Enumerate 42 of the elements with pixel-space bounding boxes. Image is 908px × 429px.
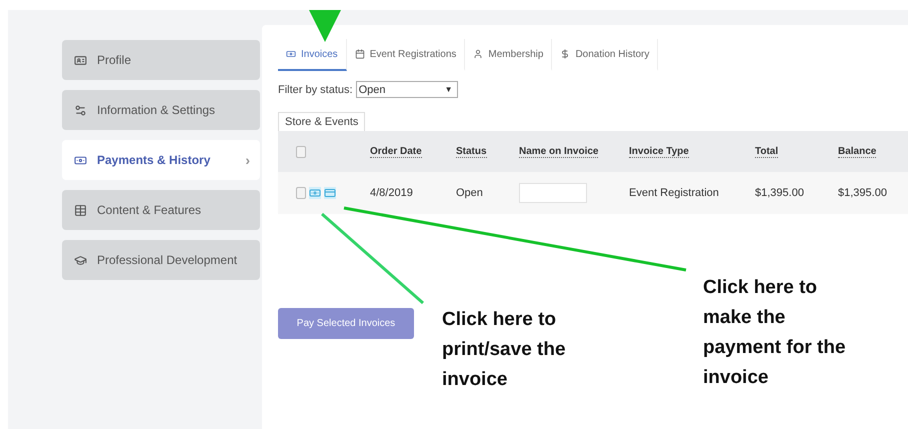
table-cell: $1,395.00: [755, 187, 804, 199]
sidebar-item[interactable]: Information & Settings: [62, 90, 260, 130]
tab-icon: [473, 49, 484, 59]
column-header[interactable]: Name on Invoice: [519, 146, 598, 158]
caret-icon: ▼: [444, 85, 453, 94]
sidebar-icon: [74, 54, 87, 66]
column-header[interactable]: Total: [755, 146, 778, 158]
sidebar-icon: [74, 254, 87, 266]
pointer-arrow: [309, 10, 341, 42]
invoice-icon[interactable]: [309, 187, 321, 199]
sidebar-icon: [74, 154, 87, 166]
table-cell: Event Registration: [629, 187, 719, 199]
table-cell: 4/8/2019: [370, 187, 413, 199]
tab[interactable]: Membership: [465, 39, 552, 71]
sidebar-item[interactable]: Payments & History ›: [62, 140, 260, 180]
column-header[interactable]: Status: [456, 146, 487, 158]
chevron-icon: ›: [245, 152, 250, 168]
callout-text: Click here to make the payment for the invoice: [703, 276, 847, 390]
column-header[interactable]: Order Date: [370, 146, 422, 158]
select-all-checkbox[interactable]: [296, 146, 306, 158]
tab[interactable]: Event Registrations: [346, 39, 466, 71]
table-cell: $1,395.00: [838, 187, 887, 199]
sidebar-item[interactable]: Professional Development: [62, 240, 260, 280]
blank-field: [519, 183, 587, 203]
table-cell: Open: [456, 187, 483, 199]
column-header[interactable]: Balance: [838, 146, 876, 158]
tab-icon: [286, 49, 296, 59]
tab[interactable]: Donation History: [552, 39, 658, 71]
sidebar-item[interactable]: Profile: [62, 40, 260, 80]
callout-text: Click here to print/save the invoice: [442, 308, 567, 392]
tab-icon: [354, 49, 365, 59]
row-checkbox[interactable]: [296, 187, 306, 199]
tab[interactable]: Invoices: [278, 39, 347, 71]
filter-label: Filter by status:: [278, 84, 353, 96]
column-header[interactable]: Invoice Type: [629, 146, 689, 158]
pay-selected-button[interactable]: Pay Selected Invoices: [278, 308, 414, 339]
sidebar-icon: [74, 204, 87, 216]
card-icon[interactable]: [324, 187, 336, 199]
sidebar-icon: [74, 104, 87, 116]
sidebar-item[interactable]: Content & Features: [62, 190, 260, 230]
status-select[interactable]: Open ▼: [356, 81, 458, 98]
tab-icon: [560, 49, 570, 59]
